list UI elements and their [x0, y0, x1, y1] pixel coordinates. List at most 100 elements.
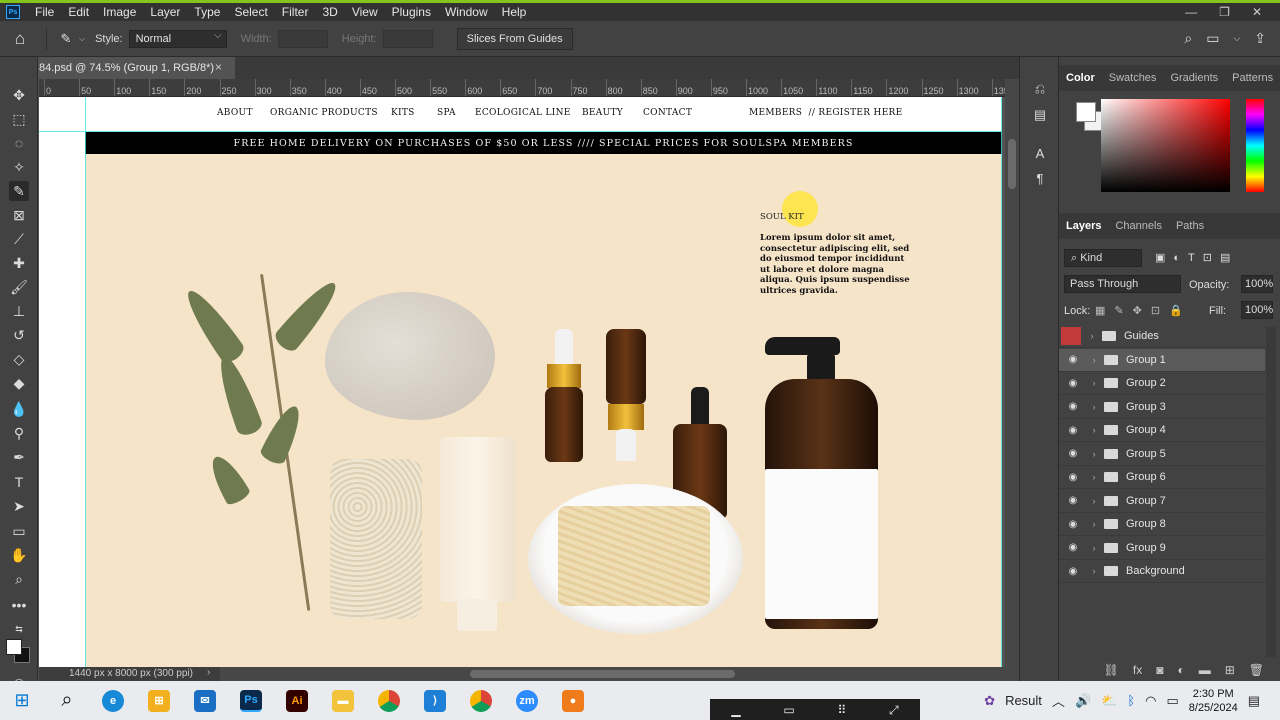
- layer-row[interactable]: ◉ › Group 6: [1059, 466, 1265, 489]
- layer-row[interactable]: ◉ › Group 7: [1059, 490, 1265, 513]
- slice-tool-icon[interactable]: ✎: [53, 31, 79, 47]
- store-icon[interactable]: ⊞: [136, 681, 182, 720]
- hue-slider[interactable]: [1246, 99, 1264, 192]
- tab-gradients[interactable]: Gradients: [1163, 72, 1225, 84]
- layer-row[interactable]: ◉ › Group 5: [1059, 443, 1265, 466]
- layer-row[interactable]: ◉ › Group 2: [1059, 372, 1265, 395]
- chevron-right-icon[interactable]: ›: [1087, 449, 1101, 459]
- grid-icon[interactable]: ⠿: [837, 703, 846, 717]
- link-layers-icon[interactable]: ⛓: [1104, 663, 1119, 677]
- menu-filter[interactable]: Filter: [275, 5, 316, 19]
- history-icon[interactable]: ⎌: [1032, 81, 1048, 97]
- wifi-icon[interactable]: ◠: [1145, 693, 1156, 709]
- workspace-icon[interactable]: ▭: [1206, 30, 1219, 47]
- layer-filter-icons[interactable]: ▣◐T⊡▤: [1155, 251, 1238, 264]
- windows-start-icon[interactable]: ⊞: [0, 681, 44, 720]
- layer-row[interactable]: ◉ › Background: [1059, 560, 1265, 583]
- menu-plugins[interactable]: Plugins: [385, 5, 438, 19]
- chevron-right-icon[interactable]: ›: [1085, 331, 1099, 341]
- menu-file[interactable]: File: [28, 5, 61, 19]
- photoshop-icon[interactable]: Ps: [228, 681, 274, 720]
- layer-row[interactable]: ◉ › Group 4: [1059, 419, 1265, 442]
- trash-icon[interactable]: 🗑: [1249, 663, 1264, 677]
- search-icon[interactable]: ⌕: [1184, 30, 1192, 47]
- chevron-right-icon[interactable]: ›: [1087, 543, 1101, 553]
- height-input[interactable]: [382, 29, 433, 48]
- path-selection-tool-icon[interactable]: ➤: [9, 496, 29, 516]
- layer-row[interactable]: › Guides: [1059, 325, 1265, 348]
- chevron-right-icon[interactable]: ›: [207, 667, 210, 678]
- chevron-right-icon[interactable]: ›: [1087, 519, 1101, 529]
- type-tool-icon[interactable]: T: [9, 472, 29, 492]
- menu-view[interactable]: View: [345, 5, 385, 19]
- foreground-color-swatch[interactable]: [1076, 102, 1096, 122]
- layers-scrollbar[interactable]: [1266, 327, 1276, 657]
- foreground-color-swatch[interactable]: [6, 639, 22, 655]
- paint-bucket-tool-icon[interactable]: ◆: [9, 373, 29, 393]
- eye-icon[interactable]: ◉: [1059, 425, 1087, 436]
- layer-visibility-hidden[interactable]: [1061, 327, 1081, 345]
- chevron-right-icon[interactable]: ›: [1087, 425, 1101, 435]
- eye-icon[interactable]: ◉: [1059, 448, 1087, 459]
- guide-line[interactable]: [1001, 97, 1002, 667]
- stamp-tool-icon[interactable]: ⊥: [9, 301, 29, 321]
- menu-layer[interactable]: Layer: [143, 5, 187, 19]
- layer-mask-icon[interactable]: ◙: [1156, 663, 1163, 677]
- opacity-input[interactable]: 100%: [1241, 275, 1273, 293]
- network-status-icon[interactable]: ⛅: [1101, 693, 1117, 709]
- chevron-down-icon[interactable]: ⌵: [79, 34, 85, 44]
- volume-icon[interactable]: 🔊: [1075, 693, 1091, 709]
- recording-app-icon[interactable]: ●: [550, 681, 596, 720]
- restore-icon[interactable]: ▭: [783, 703, 794, 717]
- blur-tool-icon[interactable]: 💧: [9, 399, 29, 419]
- slice-tool-icon[interactable]: ✎: [9, 181, 29, 201]
- result-label[interactable]: Result: [1005, 693, 1042, 708]
- minimize-icon[interactable]: —: [1185, 5, 1197, 19]
- paragraph-icon[interactable]: ¶: [1032, 170, 1048, 186]
- vertical-scrollbar[interactable]: [1005, 79, 1019, 667]
- file-explorer-icon[interactable]: ▬: [320, 681, 366, 720]
- chevron-up-icon[interactable]: ︿: [1052, 691, 1065, 710]
- marquee-tool-icon[interactable]: ⬚: [9, 109, 29, 129]
- menu-type[interactable]: Type: [187, 5, 227, 19]
- chevron-right-icon[interactable]: ›: [1087, 378, 1101, 388]
- fullscreen-icon[interactable]: ⤢: [889, 703, 899, 718]
- vscode-icon[interactable]: ⟩: [412, 681, 458, 720]
- hand-tool-icon[interactable]: ✋: [9, 545, 29, 565]
- lock-icons[interactable]: ▦✎✥⊡🔒: [1095, 304, 1192, 317]
- search-icon[interactable]: ⌕: [44, 681, 90, 720]
- color-picker-field[interactable]: [1101, 99, 1230, 192]
- close-tab-icon[interactable]: ×: [215, 60, 222, 74]
- rectangle-tool-icon[interactable]: ▭: [9, 521, 29, 541]
- eye-icon[interactable]: ◉: [1059, 401, 1087, 412]
- width-input[interactable]: [277, 29, 328, 48]
- brush-tool-icon[interactable]: 🖌: [9, 277, 29, 297]
- notifications-icon[interactable]: ▤: [1248, 693, 1260, 709]
- horizontal-ruler[interactable]: 0 50 100 150 200 250 300 350 400 450 500 550 600 650 7…: [39, 79, 1005, 97]
- canvas-area[interactable]: ABOUT ORGANIC PRODUCTS KITS SPA ECOLOGIC…: [39, 97, 1005, 667]
- guide-line[interactable]: [39, 131, 1002, 132]
- close-icon[interactable]: ✕: [1252, 5, 1262, 19]
- battery-icon[interactable]: ▭: [1166, 693, 1178, 709]
- document-tab[interactable]: 84.psd @ 74.5% (Group 1, RGB/8*) ×: [39, 57, 235, 79]
- chevron-down-icon[interactable]: ⌵: [1233, 33, 1240, 44]
- dodge-tool-icon[interactable]: ⚲: [9, 423, 29, 443]
- bluetooth-icon[interactable]: ᛒ: [1127, 693, 1135, 708]
- eye-icon[interactable]: ◉: [1059, 495, 1087, 506]
- guide-line[interactable]: [85, 97, 86, 667]
- history-brush-tool-icon[interactable]: ↺: [9, 325, 29, 345]
- zoom-tool-icon[interactable]: ⌕: [9, 569, 29, 589]
- illustrator-icon[interactable]: Ai: [274, 681, 320, 720]
- tab-color[interactable]: Color: [1059, 72, 1102, 84]
- menu-help[interactable]: Help: [495, 5, 534, 19]
- chrome-profile-icon[interactable]: [458, 681, 504, 720]
- fill-input[interactable]: 100%: [1241, 301, 1273, 319]
- minimize-icon[interactable]: ▁: [731, 703, 740, 717]
- menu-3d[interactable]: 3D: [315, 5, 344, 19]
- layer-effects-icon[interactable]: fx: [1133, 663, 1142, 677]
- new-layer-icon[interactable]: ⊞: [1225, 663, 1235, 677]
- clock[interactable]: 2:30 PM 8/25/2024: [1189, 687, 1238, 715]
- eye-icon[interactable]: ◉: [1059, 566, 1087, 577]
- frame-tool-icon[interactable]: ⊠: [9, 205, 29, 225]
- mail-icon[interactable]: ✉: [182, 681, 228, 720]
